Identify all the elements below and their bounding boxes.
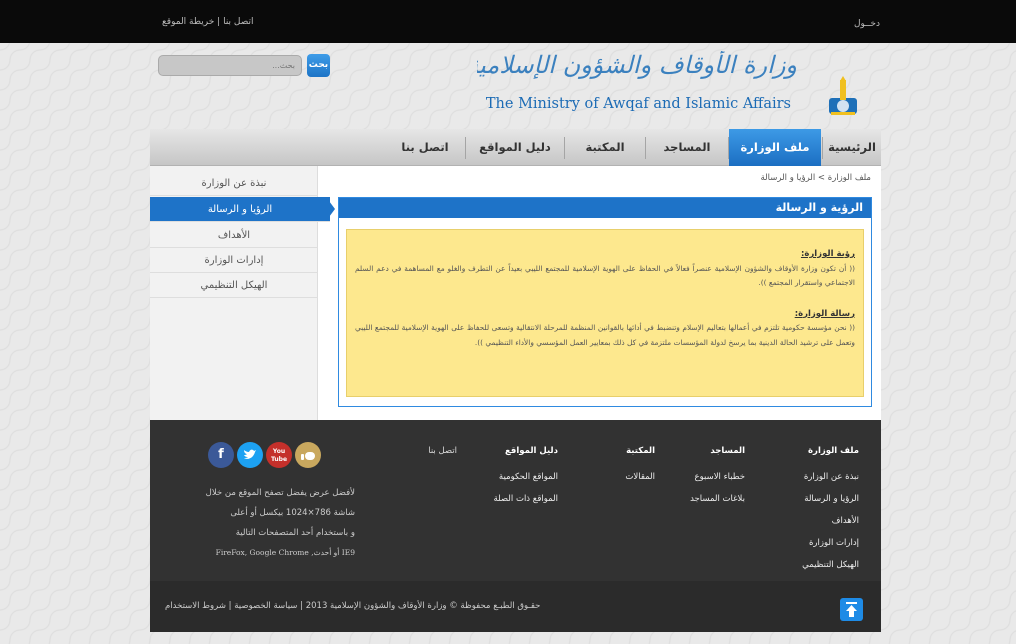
nav-divider <box>645 137 646 159</box>
nav-home[interactable]: الرئيسية <box>823 129 881 166</box>
search-input[interactable] <box>158 55 302 76</box>
content-panel: الرؤية و الرسالة رؤية الوزارة: (( أن تكو… <box>338 197 872 407</box>
footer-col-contact: اتصل بنا <box>397 446 457 466</box>
youtube-icon[interactable]: You Tube <box>266 442 292 468</box>
page-wrapper: وزارة الأوقاف والشؤون الإسلامية The Mini… <box>150 43 881 632</box>
footer-link[interactable]: بلاغات المساجد <box>665 488 745 510</box>
youtube-label-bottom: Tube <box>270 456 288 463</box>
sidebar-item-goals[interactable]: الأهداف <box>150 223 318 248</box>
footer-heading: المساجد <box>710 446 745 456</box>
footer-link[interactable]: إدارات الوزارة <box>779 532 859 554</box>
youtube-label-top: You <box>272 448 286 455</box>
nav-divider <box>564 137 565 159</box>
site-header: وزارة الأوقاف والشؤون الإسلامية The Mini… <box>150 43 881 129</box>
search-box: بحث <box>158 54 338 78</box>
sidebar-item-structure[interactable]: الهيكل التنظيمي <box>150 273 318 298</box>
vision-mission-box: رؤية الوزارة: (( أن تكون وزارة الأوقاف و… <box>346 229 864 397</box>
footer-col-sites: دليل المواقع المواقع الحكومية المواقع ذا… <box>468 446 558 510</box>
site-footer: ملف الوزارة نبذة عن الوزارة الرؤيا و الر… <box>150 420 881 581</box>
nav-divider <box>822 137 823 159</box>
nav-sites-directory[interactable]: دليل المواقع <box>466 129 564 166</box>
footer-link[interactable]: المواقع الحكومية <box>468 466 558 488</box>
panel-title: الرؤية و الرسالة <box>339 198 871 218</box>
sidebar-item-vision[interactable]: الرؤيا و الرسالة <box>150 197 330 222</box>
footer-col-ministry: ملف الوزارة نبذة عن الوزارة الرؤيا و الر… <box>779 446 859 576</box>
privacy-link[interactable]: سياسة الخصوصية <box>234 601 297 611</box>
bottom-separator: | <box>300 601 304 611</box>
sidebar-item-departments[interactable]: إدارات الوزارة <box>150 248 318 273</box>
nav-library[interactable]: المكتبة <box>565 129 645 166</box>
breadcrumb-separator: > <box>817 173 826 183</box>
footer-link[interactable]: خطباء الاسبوع <box>665 466 745 488</box>
mission-heading: رسالة الوزارة: <box>794 308 855 319</box>
breadcrumb: ملف الوزارة > الرؤيا و الرسالة <box>761 173 872 183</box>
login-link[interactable]: دخــول <box>854 19 880 29</box>
info-line: IE9 أو أحدث, FireFox, Google Chrome <box>215 548 355 557</box>
footer-heading: دليل المواقع <box>505 446 558 456</box>
search-button[interactable]: بحث <box>307 54 330 77</box>
info-line: لأفضل عرض يفضل تصفح الموقع من خلال <box>205 488 355 498</box>
footer-heading: ملف الوزارة <box>808 446 859 456</box>
footer-col-mosques: المساجد خطباء الاسبوع بلاغات المساجد <box>665 446 745 510</box>
sidebar-item-about[interactable]: نبذة عن الوزارة <box>150 171 318 196</box>
nav-divider <box>728 137 729 159</box>
footer-col-library: المكتبة المقالات <box>595 446 655 488</box>
main-nav: الرئيسية ملف الوزارة المساجد المكتبة دلي… <box>150 129 881 166</box>
footer-link[interactable]: الهيكل التنظيمي <box>779 554 859 576</box>
footer-link[interactable]: نبذة عن الوزارة <box>779 466 859 488</box>
twitter-icon[interactable] <box>237 442 263 468</box>
info-line: و باستخدام أحد المتصفحات التالية <box>235 528 355 538</box>
vision-heading: رؤية الوزارة: <box>800 249 855 259</box>
info-line: شاشة 786×1024 بيكسل أو أعلى <box>230 508 355 518</box>
nav-contact[interactable]: اتصل بنا <box>385 129 465 166</box>
ministry-logo-arabic[interactable]: وزارة الأوقاف والشؤون الإسلامية <box>477 51 797 95</box>
footer-heading: المكتبة <box>626 446 655 456</box>
nav-ministry-profile[interactable]: ملف الوزارة <box>729 129 821 166</box>
breadcrumb-current: الرؤيا و الرسالة <box>760 173 816 183</box>
nav-divider <box>465 137 466 159</box>
contact-link[interactable]: اتصل بنا <box>223 17 253 27</box>
soundcloud-icon[interactable] <box>295 442 321 468</box>
footer-link[interactable]: الأهداف <box>779 510 859 532</box>
sitemap-link[interactable]: خريطة الموقع <box>162 17 214 27</box>
nav-mosques[interactable]: المساجد <box>646 129 728 166</box>
browser-info: لأفضل عرض يفضل تصفح الموقع من خلال شاشة … <box>150 483 355 563</box>
main-content: نبذة عن الوزارة الرؤيا و الرسالة الأهداف… <box>150 166 881 420</box>
active-item-arrow <box>326 197 335 221</box>
sidebar: نبذة عن الوزارة الرؤيا و الرسالة الأهداف… <box>150 166 335 420</box>
footer-link[interactable]: المقالات <box>595 466 655 488</box>
ministry-emblem-icon[interactable] <box>825 76 861 116</box>
scroll-to-top-button[interactable] <box>840 598 863 621</box>
footer-heading[interactable]: اتصل بنا <box>397 446 457 456</box>
copyright-text: حقـوق الطبـع محفوظة © وزارة الأوقاف والش… <box>305 601 541 611</box>
terms-link[interactable]: شروط الاستخدام <box>165 601 226 611</box>
vision-text: (( أن تكون وزارة الأوقاف والشؤون الإسلام… <box>355 263 855 288</box>
facebook-icon[interactable]: f <box>208 442 234 468</box>
footer-link[interactable]: المواقع ذات الصلة <box>468 488 558 510</box>
top-links: اتصل بنا | خريطة الموقع <box>162 17 254 27</box>
arrow-up-icon <box>846 602 857 617</box>
top-bar: دخــول اتصل بنا | خريطة الموقع <box>0 0 1016 43</box>
footer-link[interactable]: الرؤيا و الرسالة <box>779 488 859 510</box>
ministry-logo-english[interactable]: The Ministry of Awqaf and Islamic Affair… <box>486 96 791 112</box>
mission-text: (( نحن مؤسسة حكومية تلتزم في أعمالها بتع… <box>355 323 855 347</box>
top-links-separator: | <box>217 17 221 27</box>
bottom-bar: حقـوق الطبـع محفوظة © وزارة الأوقاف والش… <box>150 581 881 632</box>
bottom-separator: | <box>228 601 232 611</box>
copyright-bar: حقـوق الطبـع محفوظة © وزارة الأوقاف والش… <box>165 601 540 611</box>
breadcrumb-parent[interactable]: ملف الوزارة <box>828 173 871 183</box>
